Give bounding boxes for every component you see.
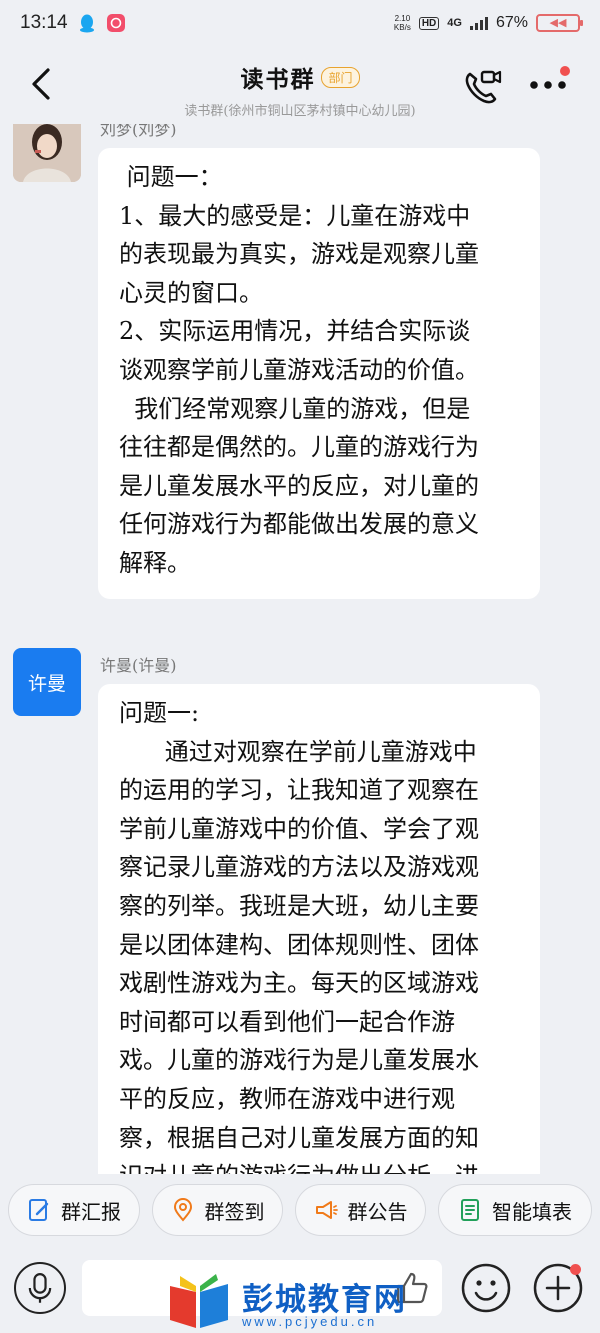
action-label: 群公告 (347, 1199, 408, 1224)
notification-dot (560, 66, 570, 76)
action-label: 智能填表 (492, 1199, 572, 1224)
watermark-url: www.pcjyedu.cn (242, 1314, 378, 1329)
action-label: 群签到 (204, 1199, 265, 1224)
message-line: 解释。 (119, 548, 191, 577)
message-line: 识对儿童的游戏行为做出分析，进 (119, 1157, 520, 1174)
emoji-icon[interactable] (460, 1262, 512, 1314)
message-line: 通过对观察在学前儿童游戏中 (119, 737, 477, 766)
network-type: 4G (447, 17, 462, 29)
sender-name: 许曼(许曼) (100, 656, 177, 675)
status-time: 13:14 (20, 12, 68, 33)
message-line: 任何游戏行为都能做出发展的意义 (119, 510, 479, 539)
group-report-button[interactable]: 群汇报 (8, 1184, 140, 1236)
quick-actions-bar: 群汇报 群签到 群公告 智能填表 (0, 1174, 600, 1246)
action-label: 群汇报 (61, 1199, 121, 1224)
message-bubble[interactable]: 问题一: 通过对观察在学前儿童游戏中 的运用的学习，让我知道了观察在 学前儿童游… (98, 684, 540, 1174)
avatar[interactable] (13, 124, 81, 182)
watermark-text: 彭城教育网 (242, 1282, 407, 1317)
notification-dot (570, 1264, 581, 1275)
report-icon (29, 1199, 49, 1221)
group-title[interactable]: 读书群 部门 (240, 60, 360, 94)
message-line: 心灵的窗口。 (119, 278, 263, 307)
phone-video-icon[interactable] (462, 66, 504, 106)
sender-name: 刘梦(刘梦) (100, 124, 177, 139)
message-line: 时间都可以看到他们一起合作游 (119, 1007, 455, 1036)
user-photo-icon (13, 124, 81, 182)
message-line: 1、最大的感受是：儿童在游戏中 (119, 201, 471, 230)
message-line: 是儿童发展水平的反应，对儿童的 (119, 471, 479, 500)
status-bar: 13:14 2.10 KB/s HD 4G 67% ◀◀ (0, 0, 600, 46)
message-line: 谈观察学前儿童游戏活动的价值。 (119, 355, 479, 384)
qq-icon (79, 14, 94, 33)
battery-percent: 67% (495, 14, 528, 31)
message-line: 的运用的学习，让我知道了观察在 (119, 776, 479, 805)
chat-header: 读书群 部门 读书群(徐州市铜山区茅村镇中心幼儿园) (0, 46, 600, 124)
message-line: 学前儿童游戏中的价值、学会了观 (119, 814, 479, 843)
smart-form-button[interactable]: 智能填表 (438, 1184, 592, 1236)
message-line: 问题一: (119, 699, 200, 727)
message-bubble[interactable]: 问题一： 1、最大的感受是：儿童在游戏中 的表现最为真实，游戏是观察儿童 心灵的… (98, 148, 540, 599)
message-line: 戏剧性游戏为主。每天的区域游戏 (119, 969, 479, 998)
message-line: 察，根据自己对儿童发展方面的知 (119, 1123, 479, 1152)
message-line: 的表现最为真实，游戏是观察儿童 (119, 240, 479, 269)
message-line: 往往都是偶然的。儿童的游戏行为 (119, 433, 479, 462)
hd-icon: HD (418, 16, 440, 30)
message-line: 戏。儿童的游戏行为是儿童发展水 (119, 1046, 479, 1075)
group-subtitle: 读书群(徐州市铜山区茅村镇中心幼儿园) (184, 104, 416, 119)
message-line: 我们经常观察儿童的游戏，但是 (119, 394, 471, 423)
message-line: 察的列举。我班是大班，幼儿主要 (119, 891, 479, 920)
avatar[interactable]: 许曼 (13, 648, 81, 716)
department-badge: 部门 (321, 66, 360, 88)
form-icon (461, 1199, 479, 1221)
app-notification-icon (106, 14, 125, 32)
chat-messages[interactable]: 刘梦(刘梦) 问题一： 1、最大的感受是：儿童在游戏中 的表现最为真实，游戏是观… (0, 124, 600, 1174)
location-pin-icon (173, 1198, 192, 1222)
megaphone-icon (315, 1201, 338, 1219)
battery-icon: ◀◀ (536, 14, 583, 32)
message-line: 是以团体建构、团体规则性、团体 (119, 930, 479, 959)
message-line: 察记录儿童游戏的方法以及游戏观 (119, 853, 479, 882)
message-line: 平的反应，教师在游戏中进行观 (119, 1084, 455, 1113)
books-logo-icon (170, 1274, 228, 1328)
message-line: 2、实际运用情况，并结合实际谈 (119, 317, 471, 346)
voice-input-icon[interactable] (14, 1262, 66, 1314)
signal-icon (469, 16, 488, 30)
watermark: 彭城教育网 www.pcjyedu.cn (166, 1270, 436, 1332)
message-line: 问题一： (119, 163, 223, 191)
network-speed: 2.10 KB/s (393, 14, 411, 32)
group-announcement-button[interactable]: 群公告 (295, 1184, 426, 1236)
group-checkin-button[interactable]: 群签到 (152, 1184, 283, 1236)
